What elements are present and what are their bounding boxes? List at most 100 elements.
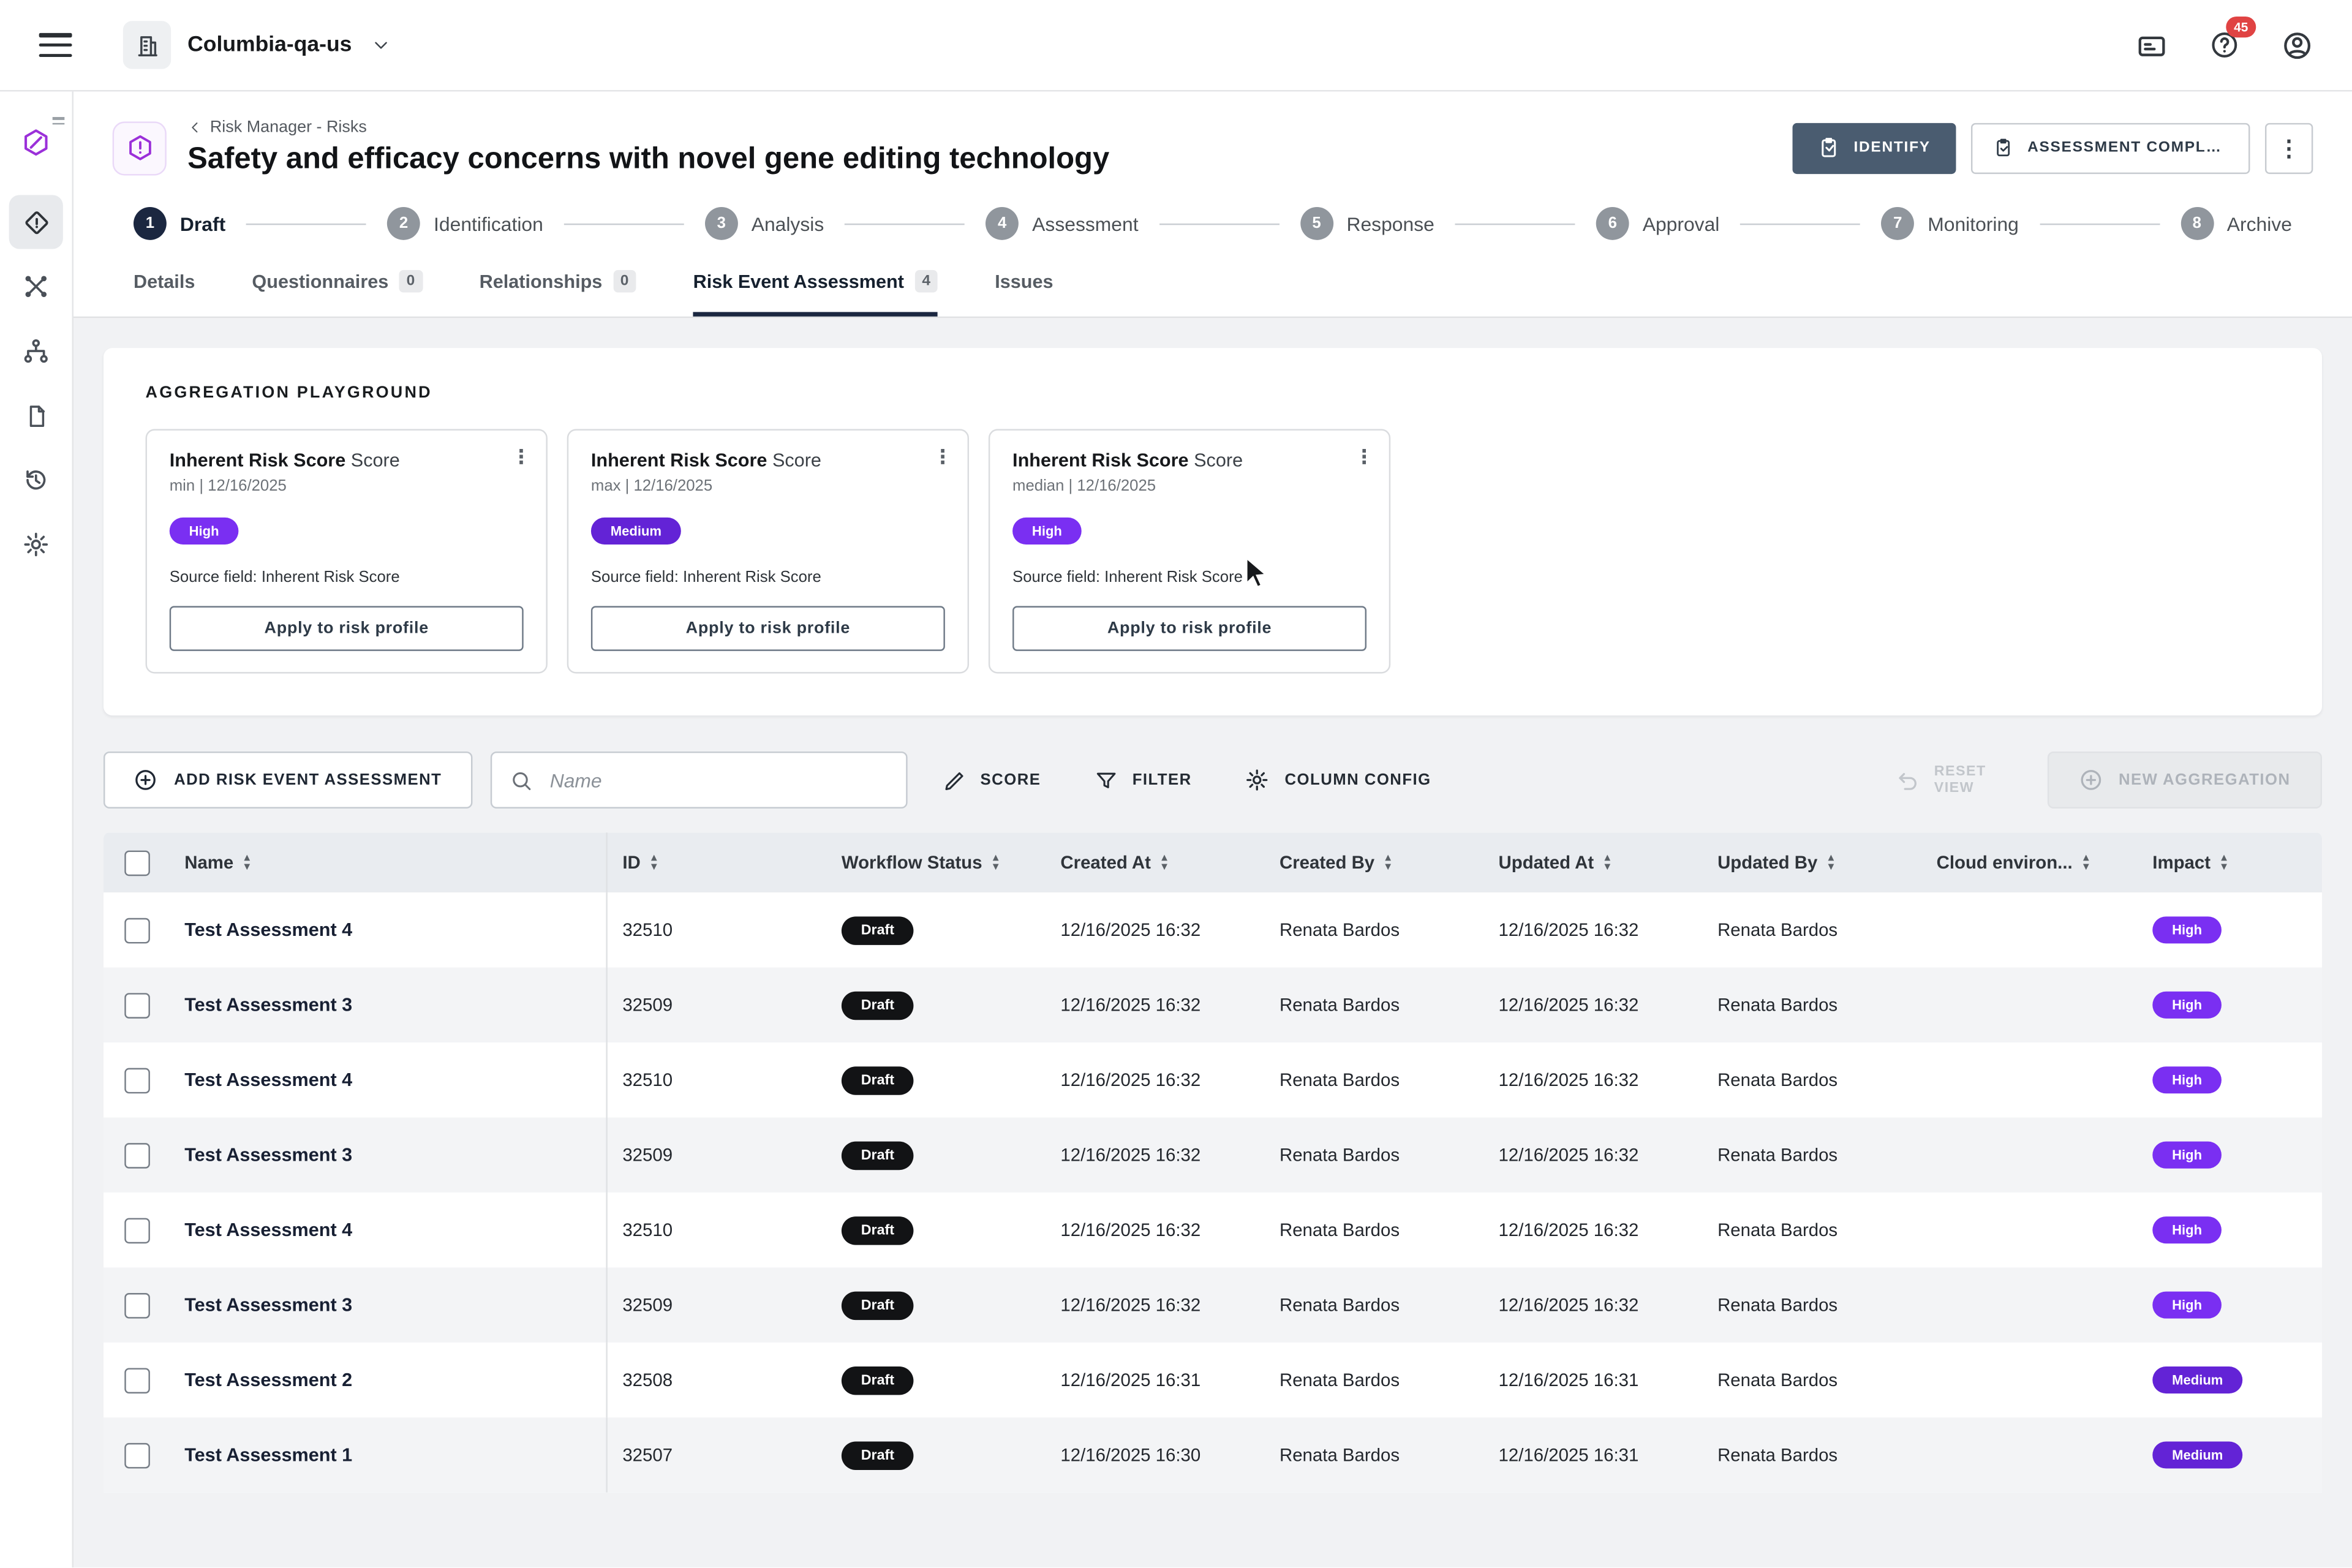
left-nav-rail	[0, 91, 74, 1568]
cell-updated-at: 12/16/2025 16:31	[1498, 1444, 1639, 1466]
apply-to-risk-profile-button[interactable]: Apply to risk profile	[169, 606, 524, 651]
more-actions-button[interactable]	[2264, 122, 2313, 173]
sort-icon[interactable]	[2083, 853, 2089, 871]
filter-button[interactable]: FILTER	[1077, 769, 1210, 791]
user-account-icon[interactable]	[2282, 29, 2313, 61]
sort-icon[interactable]	[993, 853, 999, 871]
tab-count-badge: 0	[399, 270, 423, 293]
step-archive[interactable]: 8 Archive	[2180, 206, 2292, 240]
column-header-id[interactable]: ID	[608, 832, 827, 892]
step-identification[interactable]: 2 Identification	[387, 206, 543, 240]
column-header-cloud-environment[interactable]: Cloud environ...	[1921, 832, 2138, 892]
step-label: Draft	[179, 212, 226, 235]
apply-to-risk-profile-button[interactable]: Apply to risk profile	[590, 606, 945, 651]
assessment-name-link[interactable]: Test Assessment 3	[184, 995, 352, 1016]
step-analysis[interactable]: 3 Analysis	[704, 206, 824, 240]
tab-details[interactable]: Details	[134, 270, 195, 317]
table-row[interactable]: Test Assessment 4 32510 Draft 12/16/2025…	[103, 1042, 2323, 1118]
row-checkbox[interactable]	[124, 1217, 149, 1243]
tab-questionnaires[interactable]: Questionnaires 0	[252, 270, 423, 317]
card-kebab-icon[interactable]	[511, 445, 531, 469]
table-row[interactable]: Test Assessment 3 32509 Draft 12/16/2025…	[103, 967, 2323, 1043]
row-checkbox[interactable]	[124, 1367, 149, 1393]
rail-item-controls[interactable]	[9, 260, 63, 314]
tab-issues[interactable]: Issues	[995, 270, 1053, 317]
aggregation-meta: median | 12/16/2025	[1012, 477, 1156, 496]
rail-item-hierarchy[interactable]	[9, 324, 63, 378]
row-checkbox[interactable]	[124, 1442, 149, 1468]
sort-icon[interactable]	[2221, 853, 2227, 871]
column-header-name[interactable]: Name	[170, 832, 608, 893]
column-config-button[interactable]: COLUMN CONFIG	[1227, 768, 1449, 792]
table-row[interactable]: Test Assessment 2 32508 Draft 12/16/2025…	[103, 1342, 2323, 1418]
row-checkbox[interactable]	[124, 1067, 149, 1093]
new-aggregation-button[interactable]: NEW AGGREGATION	[2048, 751, 2323, 809]
sort-icon[interactable]	[1161, 853, 1167, 871]
rail-item-risks[interactable]	[9, 195, 63, 249]
column-header-created-by[interactable]: Created By	[1264, 832, 1483, 892]
aggregation-card-median: Inherent Risk Score Score median | 12/16…	[988, 429, 1391, 674]
select-all-checkbox[interactable]	[124, 850, 149, 875]
sort-icon[interactable]	[1828, 853, 1834, 871]
score-button[interactable]: SCORE	[925, 769, 1059, 791]
row-checkbox[interactable]	[124, 917, 149, 943]
table-row[interactable]: Test Assessment 3 32509 Draft 12/16/2025…	[103, 1117, 2323, 1193]
rail-item-documents[interactable]	[9, 388, 63, 442]
assessment-name-link[interactable]: Test Assessment 1	[184, 1444, 352, 1465]
assessment-name-link[interactable]: Test Assessment 2	[184, 1370, 352, 1390]
column-header-updated-by[interactable]: Updated By	[1703, 832, 1922, 892]
cell-created-at: 12/16/2025 16:31	[1060, 1369, 1201, 1391]
stepper-connector	[1455, 222, 1575, 225]
org-switcher[interactable]: Columbia-qa-us	[123, 21, 390, 69]
assessment-name-link[interactable]: Test Assessment 4	[184, 1069, 352, 1090]
card-kebab-icon[interactable]	[1354, 445, 1374, 469]
column-header-workflow-status[interactable]: Workflow Status	[826, 832, 1046, 892]
table-row[interactable]: Test Assessment 4 32510 Draft 12/16/2025…	[103, 892, 2323, 968]
table-row[interactable]: Test Assessment 1 32507 Draft 12/16/2025…	[103, 1417, 2323, 1493]
tab-relationships[interactable]: Relationships 0	[480, 270, 636, 317]
assessment-completion-button[interactable]: ASSESSMENT COMPLETI...	[1970, 122, 2250, 173]
table-row[interactable]: Test Assessment 3 32509 Draft 12/16/2025…	[103, 1267, 2323, 1343]
hamburger-menu-icon[interactable]	[39, 32, 72, 58]
identify-button[interactable]: IDENTIFY	[1792, 122, 1956, 173]
row-checkbox[interactable]	[124, 992, 149, 1018]
row-checkbox[interactable]	[124, 1142, 149, 1168]
row-checkbox[interactable]	[124, 1292, 149, 1318]
assessment-name-link[interactable]: Test Assessment 3	[184, 1145, 352, 1166]
assessment-name-link[interactable]: Test Assessment 4	[184, 919, 352, 940]
column-header-updated-at[interactable]: Updated At	[1483, 832, 1703, 892]
sort-icon[interactable]	[244, 853, 250, 871]
card-kebab-icon[interactable]	[933, 445, 952, 469]
column-header-impact[interactable]: Impact	[2138, 832, 2322, 892]
sort-icon[interactable]	[651, 853, 657, 871]
cell-created-by: Renata Bardos	[1279, 1369, 1400, 1391]
reset-view-button[interactable]: RESET VIEW	[1888, 762, 2006, 798]
search-box[interactable]	[489, 751, 907, 809]
step-response[interactable]: 5 Response	[1300, 206, 1434, 240]
header-actions: IDENTIFY ASSESSMENT COMPLETI...	[1792, 122, 2313, 173]
app-logo[interactable]	[9, 116, 65, 170]
step-label: Approval	[1642, 212, 1720, 235]
step-assessment[interactable]: 4 Assessment	[986, 206, 1139, 240]
tab-risk-event-assessment[interactable]: Risk Event Assessment 4	[693, 270, 938, 317]
step-draft[interactable]: 1 Draft	[133, 206, 226, 240]
release-notes-icon[interactable]	[2136, 29, 2167, 61]
clipboard-check-icon	[1997, 138, 2010, 157]
help-icon[interactable]: 45	[2209, 16, 2256, 60]
assessment-name-link[interactable]: Test Assessment 3	[184, 1294, 352, 1315]
cell-cloud-environment	[1921, 1117, 2138, 1192]
add-risk-event-assessment-button[interactable]: ADD RISK EVENT ASSESSMENT	[103, 751, 472, 809]
step-approval[interactable]: 6 Approval	[1596, 206, 1720, 240]
step-monitoring[interactable]: 7 Monitoring	[1881, 206, 2019, 240]
aggregation-meta: min | 12/16/2025	[169, 477, 287, 496]
rail-item-history[interactable]	[9, 453, 63, 507]
rail-item-settings[interactable]	[9, 518, 63, 571]
apply-to-risk-profile-button[interactable]: Apply to risk profile	[1012, 606, 1367, 651]
search-input[interactable]	[546, 767, 888, 793]
breadcrumb[interactable]: Risk Manager - Risks	[187, 118, 1109, 137]
column-header-created-at[interactable]: Created At	[1046, 832, 1265, 892]
table-row[interactable]: Test Assessment 4 32510 Draft 12/16/2025…	[103, 1192, 2323, 1268]
assessment-name-link[interactable]: Test Assessment 4	[184, 1219, 352, 1240]
sort-icon[interactable]	[1385, 853, 1391, 871]
sort-icon[interactable]	[1604, 853, 1610, 871]
